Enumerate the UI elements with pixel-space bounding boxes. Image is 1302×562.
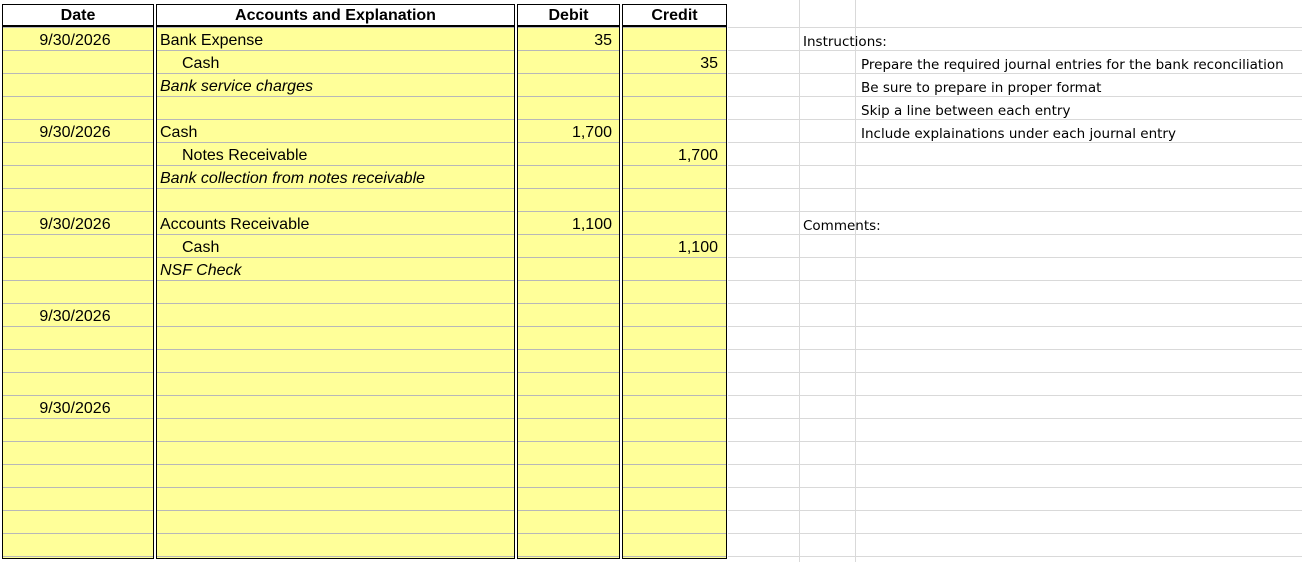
header-credit[interactable]: Credit bbox=[622, 4, 727, 27]
credit-amount[interactable]: 1,700 bbox=[622, 144, 727, 167]
gridline bbox=[728, 326, 1302, 327]
account-credit[interactable]: Cash bbox=[182, 52, 219, 75]
entry-explanation[interactable]: NSF Check bbox=[160, 259, 242, 282]
entry-date[interactable]: 9/30/2026 bbox=[2, 213, 154, 236]
entry-date[interactable]: 9/30/2026 bbox=[2, 305, 154, 328]
gridline bbox=[728, 303, 1302, 304]
gridline bbox=[728, 211, 1302, 212]
account-credit[interactable]: Notes Receivable bbox=[182, 144, 307, 167]
gridline bbox=[728, 441, 1302, 442]
account-debit[interactable]: Bank Expense bbox=[160, 29, 263, 52]
gridline bbox=[728, 487, 1302, 488]
gridline bbox=[728, 188, 1302, 189]
instruction-item: Prepare the required journal entries for… bbox=[861, 57, 1284, 73]
instruction-item: Be sure to prepare in proper format bbox=[861, 80, 1102, 96]
instructions-title: Instructions: bbox=[803, 34, 887, 50]
account-debit[interactable]: Accounts Receivable bbox=[160, 213, 309, 236]
instruction-item: Include explainations under each journal… bbox=[861, 126, 1176, 142]
entry-date[interactable]: 9/30/2026 bbox=[2, 29, 154, 52]
gridline bbox=[728, 556, 1302, 557]
header-debit[interactable]: Debit bbox=[517, 4, 620, 27]
date-column[interactable] bbox=[2, 4, 154, 559]
comments-title: Comments: bbox=[803, 218, 881, 234]
gridline bbox=[728, 533, 1302, 534]
debit-amount[interactable]: 1,700 bbox=[517, 121, 620, 144]
account-credit[interactable]: Cash bbox=[182, 236, 219, 259]
gridline bbox=[728, 257, 1302, 258]
gridline bbox=[728, 510, 1302, 511]
debit-column[interactable] bbox=[517, 4, 620, 559]
gridline bbox=[799, 0, 800, 562]
header-date[interactable]: Date bbox=[2, 4, 154, 27]
gridline bbox=[728, 165, 1302, 166]
header-accounts[interactable]: Accounts and Explanation bbox=[156, 4, 515, 27]
gridline bbox=[728, 27, 1302, 28]
gridline bbox=[728, 349, 1302, 350]
gridline bbox=[728, 464, 1302, 465]
gridline bbox=[728, 395, 1302, 396]
instruction-item: Skip a line between each entry bbox=[861, 103, 1071, 119]
entry-date[interactable]: 9/30/2026 bbox=[2, 121, 154, 144]
gridline bbox=[855, 0, 856, 562]
spreadsheet: Date Accounts and Explanation Debit Cred… bbox=[0, 0, 1302, 562]
account-debit[interactable]: Cash bbox=[160, 121, 197, 144]
entry-explanation[interactable]: Bank collection from notes receivable bbox=[160, 167, 425, 190]
gridline bbox=[728, 418, 1302, 419]
entry-date[interactable]: 9/30/2026 bbox=[2, 397, 154, 420]
debit-amount[interactable]: 1,100 bbox=[517, 213, 620, 236]
gridline bbox=[728, 280, 1302, 281]
credit-amount[interactable]: 1,100 bbox=[622, 236, 727, 259]
credit-column[interactable] bbox=[622, 4, 727, 559]
gridline bbox=[728, 372, 1302, 373]
entry-explanation[interactable]: Bank service charges bbox=[160, 75, 313, 98]
debit-amount[interactable]: 35 bbox=[517, 29, 620, 52]
credit-amount[interactable]: 35 bbox=[622, 52, 727, 75]
